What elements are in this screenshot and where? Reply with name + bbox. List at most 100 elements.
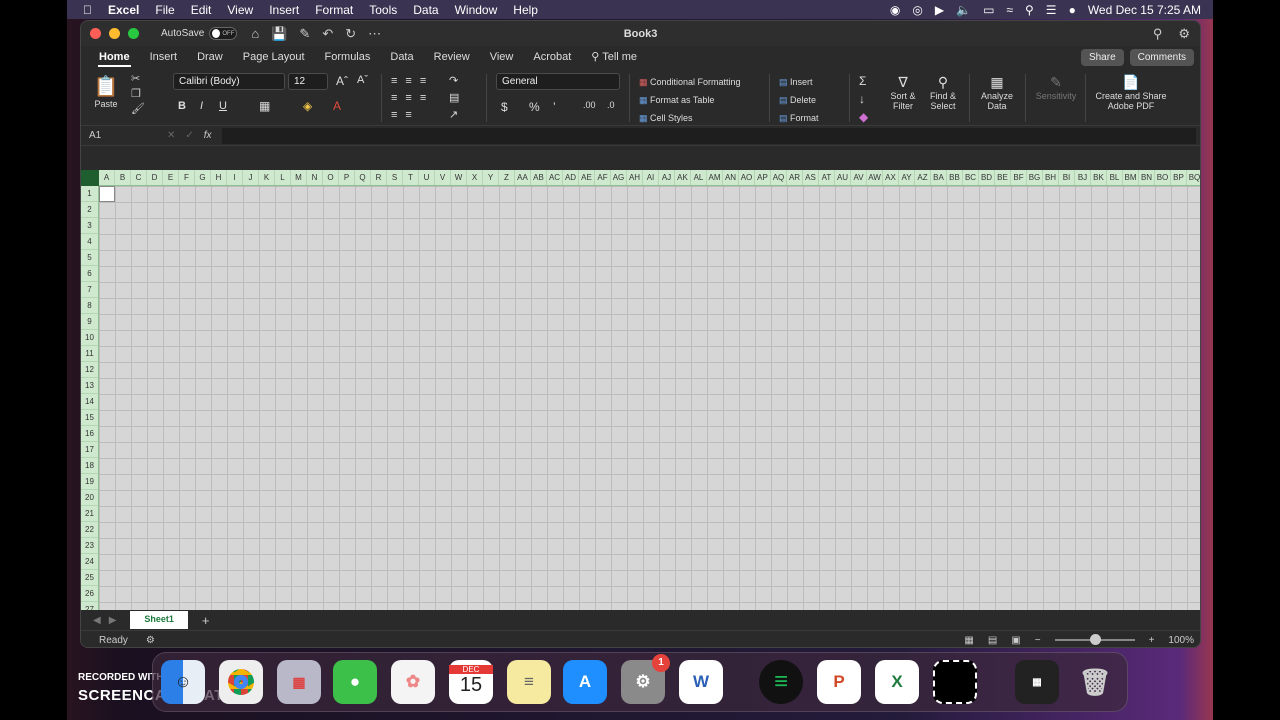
page-break-view-icon[interactable]: ▣ — [1011, 635, 1020, 646]
row-header[interactable]: 25 — [81, 570, 98, 586]
row-header[interactable]: 26 — [81, 586, 98, 602]
formula-input[interactable] — [221, 127, 1196, 144]
format-cells-button[interactable]: ▤ Format — [779, 109, 819, 127]
cell-styles-button[interactable]: ▦ Cell Styles — [639, 109, 741, 127]
delete-cells-button[interactable]: ▤ Delete — [779, 91, 819, 109]
menu-tools[interactable]: Tools — [369, 3, 397, 17]
column-header[interactable]: V — [435, 170, 451, 185]
column-header[interactable]: N — [307, 170, 323, 185]
zoom-in-icon[interactable]: + — [1149, 635, 1155, 646]
column-header[interactable]: BF — [1011, 170, 1027, 185]
font-select[interactable]: Calibri (Body) — [173, 73, 285, 90]
row-header[interactable]: 12 — [81, 362, 98, 378]
zoom-out-icon[interactable]: − — [1035, 635, 1041, 646]
column-header[interactable]: AZ — [915, 170, 931, 185]
row-header[interactable]: 16 — [81, 426, 98, 442]
bold-icon[interactable]: B — [178, 100, 186, 112]
column-header[interactable]: BK — [1091, 170, 1107, 185]
home-icon[interactable]: ⌂ — [251, 26, 259, 42]
downloads-stack-icon[interactable]: ▦ — [1015, 660, 1059, 704]
tab-view[interactable]: View — [480, 46, 524, 68]
row-header[interactable]: 23 — [81, 538, 98, 554]
excel-icon[interactable]: X — [875, 660, 919, 704]
row-header[interactable]: 24 — [81, 554, 98, 570]
column-header[interactable]: C — [131, 170, 147, 185]
column-header[interactable]: AM — [707, 170, 723, 185]
tab-review[interactable]: Review — [424, 46, 480, 68]
sheet-tab-sheet1[interactable]: Sheet1 — [130, 611, 188, 629]
name-box[interactable]: A1 — [81, 130, 147, 141]
record-icon[interactable]: ◉ — [890, 3, 900, 17]
row-header[interactable]: 14 — [81, 394, 98, 410]
increase-decimal-icon[interactable]: .00 — [583, 100, 596, 110]
column-header[interactable]: X — [467, 170, 483, 185]
tab-draw[interactable]: Draw — [187, 46, 233, 68]
sort-filter-button[interactable]: ∇ Sort & Filter — [886, 74, 920, 111]
app-store-icon[interactable]: A — [563, 660, 607, 704]
column-header[interactable]: AN — [723, 170, 739, 185]
copy-icon[interactable]: ❐ — [131, 87, 141, 102]
chrome-icon[interactable] — [219, 660, 263, 704]
launchpad-icon[interactable]: ▦ — [277, 660, 321, 704]
menu-edit[interactable]: Edit — [191, 3, 212, 17]
row-header[interactable]: 17 — [81, 442, 98, 458]
column-header[interactable]: Q — [355, 170, 371, 185]
more-icon[interactable]: ⋯ — [368, 26, 381, 42]
select-all-corner[interactable] — [81, 170, 99, 186]
font-size-select[interactable]: 12 — [288, 73, 328, 90]
column-header[interactable]: J — [243, 170, 259, 185]
column-header[interactable]: AA — [515, 170, 531, 185]
menu-app[interactable]: Excel — [108, 3, 139, 17]
menu-view[interactable]: View — [227, 3, 253, 17]
row-header[interactable]: 7 — [81, 282, 98, 298]
tell-me[interactable]: ⚲ Tell me — [581, 46, 647, 68]
column-header[interactable]: BN — [1139, 170, 1155, 185]
tab-formulas[interactable]: Formulas — [315, 46, 381, 68]
column-header[interactable]: BO — [1155, 170, 1171, 185]
wifi-icon[interactable]: ≈ — [1006, 3, 1013, 17]
column-header[interactable]: E — [163, 170, 179, 185]
increase-font-icon[interactable]: Aˆ — [336, 74, 348, 88]
column-header[interactable]: I — [227, 170, 243, 185]
column-header[interactable]: BC — [963, 170, 979, 185]
column-header[interactable]: AY — [899, 170, 915, 185]
column-header[interactable]: BH — [1043, 170, 1059, 185]
column-header[interactable]: BA — [931, 170, 947, 185]
menu-data[interactable]: Data — [413, 3, 438, 17]
column-header[interactable]: BD — [979, 170, 995, 185]
column-header[interactable]: Y — [483, 170, 499, 185]
comments-button[interactable]: Comments — [1129, 48, 1194, 66]
row-header[interactable]: 1 — [81, 186, 98, 202]
column-header[interactable]: Z — [499, 170, 515, 185]
column-header[interactable]: S — [387, 170, 403, 185]
column-header[interactable]: M — [291, 170, 307, 185]
spotify-icon[interactable]: ≡ — [759, 660, 803, 704]
row-header[interactable]: 3 — [81, 218, 98, 234]
row-header[interactable]: 2 — [81, 202, 98, 218]
maximize-button[interactable] — [128, 28, 139, 39]
row-header[interactable]: 9 — [81, 314, 98, 330]
play-icon[interactable]: ▶ — [935, 3, 944, 17]
column-header[interactable]: D — [147, 170, 163, 185]
conditional-formatting-button[interactable]: ▦ Conditional Formatting — [639, 73, 741, 91]
close-button[interactable] — [90, 28, 101, 39]
menubar-clock[interactable]: Wed Dec 15 7:25 AM — [1088, 3, 1201, 17]
format-as-table-button[interactable]: ▦ Format as Table — [639, 91, 741, 109]
normal-view-icon[interactable]: ▦ — [964, 635, 973, 646]
row-header[interactable]: 10 — [81, 330, 98, 346]
column-header[interactable]: AL — [691, 170, 707, 185]
orientation-icon[interactable]: ↗ — [449, 107, 459, 124]
spotlight-icon[interactable]: ⚲ — [1025, 3, 1034, 17]
column-header[interactable]: BE — [995, 170, 1011, 185]
calendar-icon[interactable]: DEC 15 — [449, 660, 493, 704]
menu-format[interactable]: Format — [315, 3, 353, 17]
account-icon[interactable]: ⚙ — [1178, 26, 1190, 42]
column-header[interactable]: AE — [579, 170, 595, 185]
system-preferences-icon[interactable]: ⚙ 1 — [621, 654, 670, 704]
create-share-pdf-button[interactable]: 📄 Create and Share Adobe PDF — [1093, 74, 1169, 111]
format-painter-icon[interactable]: 🖌 — [131, 102, 145, 117]
row-header[interactable]: 19 — [81, 474, 98, 490]
column-header[interactable]: AR — [787, 170, 803, 185]
column-header[interactable]: K — [259, 170, 275, 185]
trash-icon[interactable]: 🗑 — [1073, 660, 1117, 704]
